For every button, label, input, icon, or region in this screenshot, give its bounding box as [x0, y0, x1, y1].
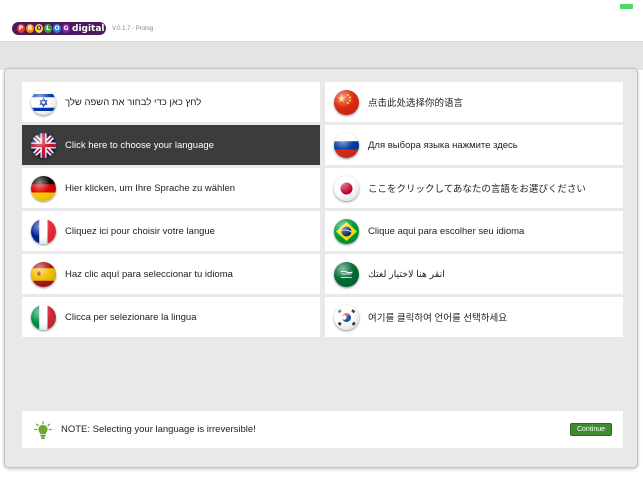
prolog-digital-logo: P R O L O G digital: [12, 22, 106, 35]
language-option-russian[interactable]: Для выбора языка нажмите здесь: [325, 125, 623, 165]
battery-icon: [620, 4, 633, 9]
lightbulb-icon: [34, 420, 52, 439]
italy-flag-icon: [31, 304, 56, 330]
logo-word: digital: [72, 23, 105, 34]
language-label: לחץ כאן כדי לבחור את השפה שלך: [65, 96, 202, 108]
language-label: Click here to choose your language: [65, 139, 214, 151]
language-option-italian[interactable]: Clicca per selezionare la lingua: [22, 297, 320, 337]
language-label: Clicca per selezionare la lingua: [65, 311, 197, 323]
language-option-korean[interactable]: 여기를 클릭하여 언어를 선택하세요: [325, 297, 623, 337]
language-label: انقر هنا لاختيار لغتك: [368, 268, 445, 280]
language-panel: לחץ כאן כדי לבחור את השפה שלך 点击此处选择你的语言…: [4, 68, 638, 468]
israel-flag-icon: [31, 89, 56, 115]
language-label: Для выбора языка нажмите здесь: [368, 139, 518, 151]
brazil-flag-icon: [334, 218, 359, 244]
language-option-french[interactable]: Cliquez ici pour choisir votre langue: [22, 211, 320, 251]
toolbar-band: [0, 42, 643, 70]
language-option-chinese[interactable]: 点击此处选择你的语言: [325, 82, 623, 122]
germany-flag-icon: [31, 175, 56, 201]
language-option-portuguese[interactable]: Clique aqui para escolher seu idioma: [325, 211, 623, 251]
south-korea-flag-icon: [334, 304, 359, 330]
language-label: Haz clic aquí para seleccionar tu idioma: [65, 268, 233, 280]
version-label: V.0.1.7 - Prolog: [112, 26, 154, 32]
language-option-german[interactable]: Hier klicken, um Ihre Sprache zu wählen: [22, 168, 320, 208]
language-option-arabic[interactable]: انقر هنا لاختيار لغتك: [325, 254, 623, 294]
language-label: Clique aqui para escolher seu idioma: [368, 225, 525, 237]
saudi-arabia-flag-icon: [334, 261, 359, 287]
language-option-spanish[interactable]: Haz clic aquí para seleccionar tu idioma: [22, 254, 320, 294]
irreversible-note: NOTE: Selecting your language is irrever…: [61, 424, 256, 435]
status-bar: [0, 0, 643, 14]
spain-flag-icon: [31, 261, 56, 287]
language-label: 여기를 클릭하여 언어를 선택하세요: [368, 313, 508, 324]
china-flag-icon: [334, 89, 359, 115]
language-label: ここをクリックしてあなたの言語をお選びください: [368, 184, 586, 195]
uk-flag-icon: [31, 132, 56, 158]
language-option-japanese[interactable]: ここをクリックしてあなたの言語をお選びください: [325, 168, 623, 208]
language-label: Hier klicken, um Ihre Sprache zu wählen: [65, 182, 236, 194]
language-option-english[interactable]: Click here to choose your language: [22, 125, 320, 165]
language-warning-bar: NOTE: Selecting your language is irrever…: [22, 411, 623, 448]
france-flag-icon: [31, 218, 56, 244]
continue-button[interactable]: Continue: [570, 423, 612, 436]
language-label: 点击此处选择你的语言: [368, 98, 464, 109]
logo-letters: P R O L O G: [17, 24, 70, 33]
russia-flag-icon: [334, 132, 359, 158]
app-header: P R O L O G digital V.0.1.7 - Prolog: [0, 14, 643, 42]
language-label: Cliquez ici pour choisir votre langue: [65, 225, 215, 237]
japan-flag-icon: [334, 175, 359, 201]
language-option-hebrew[interactable]: לחץ כאן כדי לבחור את השפה שלך: [22, 82, 320, 122]
language-grid: לחץ כאן כדי לבחור את השפה שלך 点击此处选择你的语言…: [22, 82, 623, 337]
